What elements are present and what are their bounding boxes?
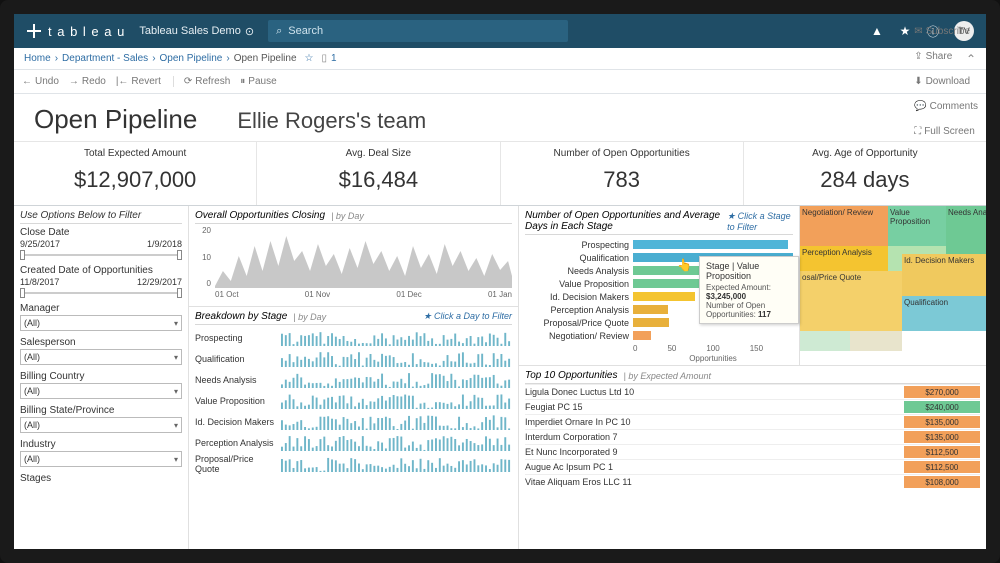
center-column: Overall Opportunities Closing| by Day 20… — [189, 206, 519, 549]
treemap-cell[interactable]: Needs Analysis — [946, 206, 986, 254]
kpi-row: Total Expected Amount $12,907,000 Avg. D… — [14, 141, 986, 205]
pause-button[interactable]: ⏸ Pause — [240, 76, 276, 87]
download-button[interactable]: ⬇ Download — [914, 76, 978, 87]
stage-bar-row[interactable]: Prospecting — [525, 238, 793, 251]
top-nav: t a b l e a u Tableau Sales Demo⊙ ⌕ Sear… — [14, 14, 986, 48]
chevron-down-icon: ⊙ — [245, 25, 254, 38]
tableau-logo: t a b l e a u — [26, 23, 125, 39]
tabs-icon[interactable]: ▯ — [322, 53, 328, 64]
top10-row[interactable]: Imperdiet Ornare In PC 10$135,000 — [525, 414, 980, 429]
page-title: Open Pipeline — [34, 104, 197, 135]
treemap-cell[interactable] — [800, 331, 850, 351]
industry-select[interactable]: (All) — [20, 451, 182, 467]
treemap-cell[interactable]: Negotiation/ Review — [800, 206, 888, 246]
toolbar: ← Undo → Redo |← Revert ⟳ Refresh ⏸ Paus… — [14, 70, 986, 94]
treemap-cell[interactable] — [850, 331, 902, 351]
search-icon: ⌕ — [276, 25, 282, 38]
breakdown-row[interactable]: Value Proposition — [195, 390, 512, 411]
breakdown-row[interactable]: Perception Analysis — [195, 432, 512, 453]
redo-button[interactable]: → Redo — [69, 76, 106, 87]
billing-state-select[interactable]: (All) — [20, 417, 182, 433]
top10-header: Top 10 Opportunities| by Expected Amount — [525, 368, 980, 384]
brand-text: t a b l e a u — [48, 24, 125, 39]
billing-country-select[interactable]: (All) — [20, 383, 182, 399]
breakdown-row[interactable]: Prospecting — [195, 327, 512, 348]
top10-row[interactable]: Et Nunc Incorporated 9$112,500 — [525, 444, 980, 459]
treemap-cell[interactable]: osal/Price Quote — [800, 271, 902, 331]
alert-icon[interactable]: ▲ — [870, 24, 884, 38]
tab-count: 1 — [331, 53, 337, 64]
team-title: Ellie Rogers's team — [237, 108, 426, 134]
breakdown-row[interactable]: Qualification — [195, 348, 512, 369]
closing-area-chart[interactable]: 20100 01 Oct01 Nov01 Dec01 Jan — [195, 226, 512, 302]
close-date-slider[interactable] — [20, 251, 182, 259]
manager-select[interactable]: (All) — [20, 315, 182, 331]
crumb-home[interactable]: Home — [24, 53, 51, 64]
cursor-icon: 👆 — [677, 258, 692, 272]
treemap-cell[interactable]: Perception Analysis — [800, 246, 888, 271]
top10-row[interactable]: Ligula Donec Luctus Ltd 10$270,000 — [525, 384, 980, 399]
subscribe-button[interactable]: ✉ Subscribe — [914, 26, 978, 37]
crumb-dept[interactable]: Department - Sales — [62, 53, 148, 64]
top10-row[interactable]: Augue Ac Ipsum PC 1$112,500 — [525, 459, 980, 474]
filters-panel: Use Options Below to Filter Close Date 9… — [14, 206, 189, 549]
filters-header: Use Options Below to Filter — [20, 208, 182, 224]
closing-chart-header: Overall Opportunities Closing| by Day — [195, 208, 512, 224]
tableau-logo-icon — [26, 23, 42, 39]
star-outline-icon[interactable]: ☆ — [305, 53, 314, 64]
page-header: Open Pipeline Ellie Rogers's team — [14, 94, 986, 141]
created-date-slider[interactable] — [20, 289, 182, 297]
stage-treemap[interactable]: Negotiation/ ReviewValue PropositionNeed… — [799, 206, 986, 365]
revert-button[interactable]: |← Revert — [116, 76, 161, 87]
kpi-expected: Total Expected Amount $12,907,000 — [14, 142, 257, 205]
stage-bar-chart[interactable]: Number of Open Opportunities and Average… — [519, 206, 799, 365]
undo-button[interactable]: ← Undo — [22, 76, 59, 87]
stage-bar-row[interactable]: Negotiation/ Review — [525, 329, 793, 342]
breakdown-row[interactable]: Needs Analysis — [195, 369, 512, 390]
breakdown-hint[interactable]: ★ Click a Day to Filter — [423, 311, 512, 322]
crumb-current: Open Pipeline — [234, 53, 297, 64]
refresh-button[interactable]: ⟳ Refresh — [184, 76, 230, 87]
search-input[interactable]: ⌕ Search — [268, 20, 568, 42]
kpi-deal: Avg. Deal Size $16,484 — [257, 142, 500, 205]
share-button[interactable]: ⇪ Share — [914, 51, 978, 62]
breakdown-row[interactable]: Id. Decision Makers — [195, 411, 512, 432]
stage-tooltip: Stage | Value Proposition Expected Amoun… — [699, 256, 799, 324]
kpi-age: Avg. Age of Opportunity 284 days — [744, 142, 986, 205]
crumb-pipe[interactable]: Open Pipeline — [160, 53, 223, 64]
treemap-cell[interactable]: Id. Decision Makers — [902, 254, 986, 296]
top10-list: Ligula Donec Luctus Ltd 10$270,000Feugia… — [525, 384, 980, 489]
breadcrumb: Home › Department - Sales › Open Pipelin… — [14, 48, 986, 70]
top10-row[interactable]: Vitae Aliquam Eros LLC 11$108,000 — [525, 474, 980, 489]
kpi-opps: Number of Open Opportunities 783 — [501, 142, 744, 205]
breakdown-rows: ProspectingQualificationNeeds AnalysisVa… — [195, 327, 512, 474]
salesperson-select[interactable]: (All) — [20, 349, 182, 365]
favorite-icon[interactable]: ★ — [898, 24, 912, 38]
workspace-dropdown[interactable]: Tableau Sales Demo⊙ — [139, 25, 254, 38]
stage-hint[interactable]: ★ Click a Stage to Filter — [727, 211, 793, 232]
breakdown-header: Breakdown by Stage| by Day ★ Click a Day… — [195, 309, 512, 325]
right-column: Number of Open Opportunities and Average… — [519, 206, 986, 549]
top10-row[interactable]: Feugiat PC 15$240,000 — [525, 399, 980, 414]
treemap-cell[interactable]: Value Proposition — [888, 206, 946, 246]
top10-row[interactable]: Interdum Corporation 7$135,000 — [525, 429, 980, 444]
breakdown-row[interactable]: Proposal/Price Quote — [195, 453, 512, 474]
treemap-cell[interactable]: Qualification — [902, 296, 986, 331]
